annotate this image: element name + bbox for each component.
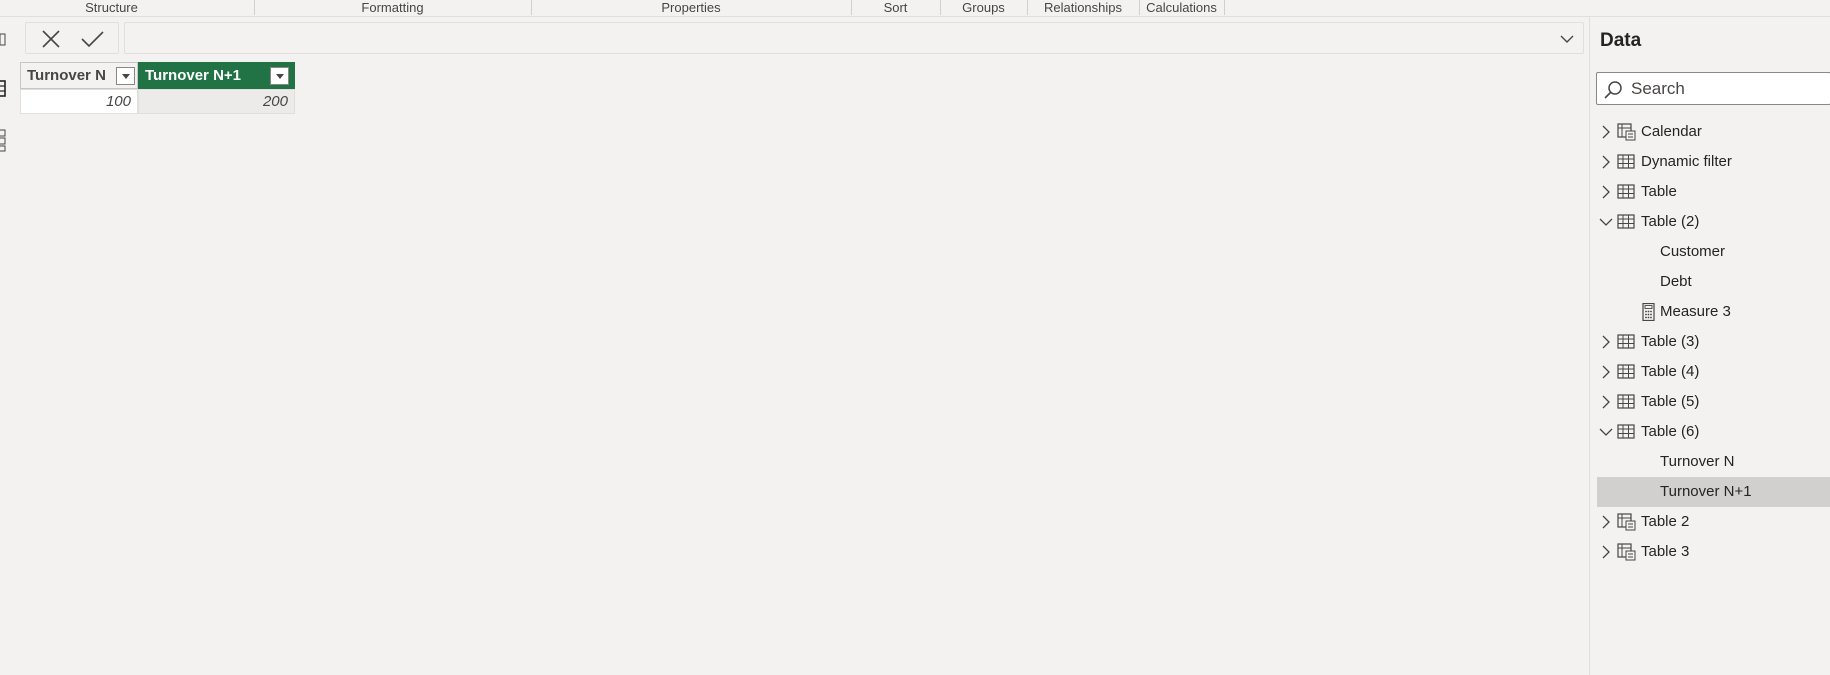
column-filter-dropdown[interactable] <box>270 67 289 85</box>
data-pane: Data Calendar Dynamic filter Table Table… <box>1589 17 1830 675</box>
tree-item-table-3[interactable]: Table 3 <box>1597 537 1830 567</box>
table-cell[interactable]: 100 <box>20 89 138 114</box>
expand-formula-button[interactable] <box>1559 32 1575 46</box>
table-cell[interactable]: 200 <box>138 89 295 114</box>
calculated-table-icon <box>1617 123 1636 141</box>
tree-item-label: Debt <box>1660 273 1692 290</box>
table-icon <box>1617 184 1635 199</box>
tree-item-debt[interactable]: Debt <box>1597 267 1830 297</box>
tree-item-label: Table 3 <box>1641 543 1690 560</box>
table-icon <box>1617 364 1635 379</box>
calculated-table-icon <box>1617 513 1636 531</box>
chevron-right-icon[interactable] <box>1599 185 1613 199</box>
report-view-icon[interactable] <box>0 30 7 50</box>
table-icon <box>1617 394 1635 409</box>
column-filter-dropdown[interactable] <box>116 67 135 85</box>
column-header-label: Turnover N <box>27 67 106 84</box>
table-view-icon[interactable] <box>0 78 7 100</box>
tree-item-label: Turnover N <box>1660 453 1735 470</box>
ribbon-group-calculations: Calculations <box>1146 0 1217 15</box>
chevron-down-icon <box>1560 35 1574 43</box>
pane-title: Data <box>1600 30 1642 51</box>
tree-item-turnover-n[interactable]: Turnover N <box>1597 447 1830 477</box>
ribbon-group-sort: Sort <box>883 0 908 15</box>
tree-item-turnover-n-plus-1[interactable]: Turnover N+1 <box>1597 477 1830 507</box>
chevron-right-icon[interactable] <box>1599 395 1613 409</box>
column-header-turnover-n-plus-1[interactable]: Turnover N+1 <box>138 62 295 89</box>
tree-item-label: Table (6) <box>1641 423 1700 440</box>
chevron-right-icon[interactable] <box>1599 365 1613 379</box>
cancel-button[interactable] <box>38 28 64 50</box>
ribbon-group-groups: Groups <box>962 0 1005 15</box>
tree-item-label: Turnover N+1 <box>1660 483 1752 500</box>
ribbon-group-labels: Structure Formatting Properties Sort Gro… <box>0 0 1830 17</box>
search-input[interactable] <box>1631 78 1826 100</box>
calculated-table-icon <box>1617 543 1636 561</box>
tree-item-measure-3[interactable]: Measure 3 <box>1597 297 1830 327</box>
tree-item-label: Table (3) <box>1641 333 1700 350</box>
chevron-down-icon[interactable] <box>1599 215 1613 229</box>
tree-item-table-4-paren[interactable]: Table (4) <box>1597 357 1830 387</box>
ribbon-group-structure: Structure <box>85 0 138 15</box>
tree-item-label: Table 2 <box>1641 513 1690 530</box>
tree-item-label: Dynamic filter <box>1641 153 1732 170</box>
search-box[interactable] <box>1596 72 1830 105</box>
search-icon <box>1604 81 1622 99</box>
checkmark-icon <box>81 31 104 48</box>
commit-button[interactable] <box>79 28 105 50</box>
tree-item-table-5-paren[interactable]: Table (5) <box>1597 387 1830 417</box>
tree-item-label: Customer <box>1660 243 1726 260</box>
close-icon <box>42 30 60 48</box>
tree-item-table[interactable]: Table <box>1597 177 1830 207</box>
tree-item-label: Calendar <box>1641 123 1702 140</box>
table-icon <box>1617 334 1635 349</box>
ribbon-group-properties: Properties <box>661 0 721 15</box>
tree-item-dynamic-filter[interactable]: Dynamic filter <box>1597 147 1830 177</box>
column-header-label: Turnover N+1 <box>145 67 241 84</box>
column-header-turnover-n[interactable]: Turnover N <box>20 62 138 89</box>
chevron-right-icon[interactable] <box>1599 545 1613 559</box>
formula-bar-buttons <box>25 22 119 54</box>
tree-item-calendar[interactable]: Calendar <box>1597 117 1830 147</box>
table-icon <box>1617 424 1635 439</box>
chevron-right-icon[interactable] <box>1599 155 1613 169</box>
tree-item-label: Measure 3 <box>1660 303 1731 320</box>
table-icon <box>1617 154 1635 169</box>
table-icon <box>1617 214 1635 229</box>
chevron-right-icon[interactable] <box>1599 335 1613 349</box>
chevron-right-icon[interactable] <box>1599 515 1613 529</box>
ribbon-group-formatting: Formatting <box>361 0 424 15</box>
tree-item-label: Table (5) <box>1641 393 1700 410</box>
tree-item-label: Table (4) <box>1641 363 1700 380</box>
chevron-right-icon[interactable] <box>1599 125 1613 139</box>
formula-input[interactable] <box>124 22 1584 54</box>
model-view-icon[interactable] <box>0 128 7 152</box>
tree-item-label: Table <box>1641 183 1677 200</box>
chevron-down-icon[interactable] <box>1599 425 1613 439</box>
calculator-icon <box>1642 303 1655 321</box>
tree-item-table-2[interactable]: Table 2 <box>1597 507 1830 537</box>
ribbon-separator <box>1224 0 1225 15</box>
ribbon-group-relationships: Relationships <box>1043 0 1123 15</box>
tree-item-label: Table (2) <box>1641 213 1700 230</box>
tree-item-table-3-paren[interactable]: Table (3) <box>1597 327 1830 357</box>
tree-item-table-6-paren[interactable]: Table (6) <box>1597 417 1830 447</box>
tree-item-table-2-paren[interactable]: Table (2) <box>1597 207 1830 237</box>
tree-item-customer[interactable]: Customer <box>1597 237 1830 267</box>
